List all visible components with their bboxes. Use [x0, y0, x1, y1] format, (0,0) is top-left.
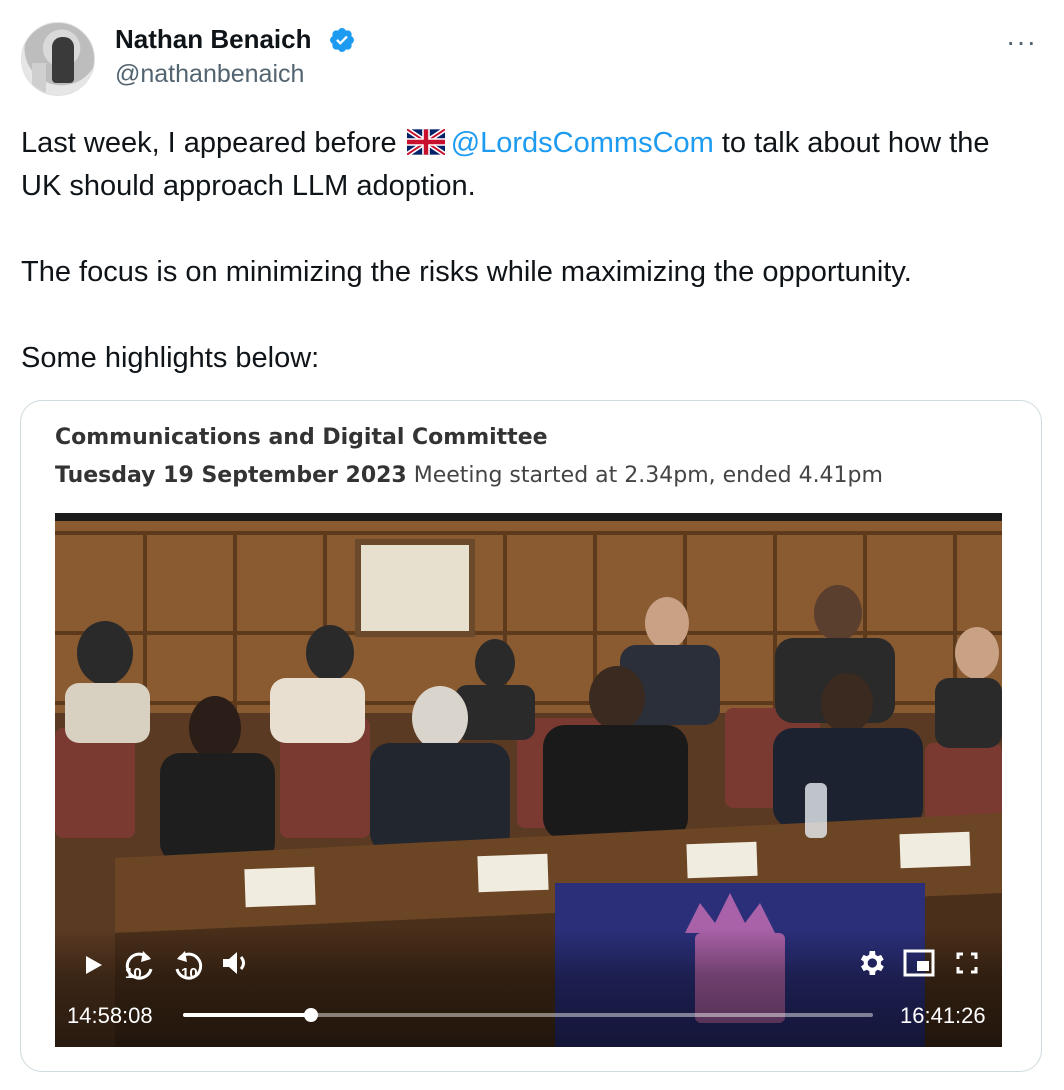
rewind-10-icon[interactable]: 10	[119, 947, 159, 987]
tweet-text-segment: Last week, I appeared before	[21, 127, 397, 159]
picture-in-picture-icon[interactable]	[903, 949, 935, 977]
volume-icon[interactable]	[219, 947, 251, 979]
rewind-10-label: 10	[125, 965, 142, 982]
forward-10-label: 10	[181, 965, 198, 982]
author-name[interactable]: Nathan Benaich	[115, 24, 312, 55]
seek-handle[interactable]	[303, 1008, 318, 1022]
video-player[interactable]: 10 10 14:58:08 16:41:26	[55, 513, 1002, 1047]
video-controls: 10 10 14:58:08 16:41:26	[55, 929, 1002, 1047]
meeting-date: Tuesday 19 September 2023	[55, 463, 407, 488]
author-avatar[interactable]	[21, 22, 95, 96]
tweet-paragraph-2: The focus is on minimizing the risks whi…	[21, 256, 912, 288]
tweet-paragraph-1: Last week, I appeared before @LordsComms…	[21, 122, 1031, 208]
media-card[interactable]: Communications and Digital Committee Tue…	[20, 400, 1042, 1072]
tweet-paragraph-3: Some highlights below:	[21, 342, 320, 374]
verified-badge-icon	[330, 28, 354, 52]
committee-title: Communications and Digital Committee	[55, 425, 548, 450]
forward-10-icon[interactable]: 10	[169, 947, 209, 987]
current-time: 14:58:08	[67, 1003, 153, 1028]
tweet-text: Last week, I appeared before @LordsComms…	[21, 122, 1031, 380]
settings-gear-icon[interactable]	[855, 947, 887, 979]
author-handle[interactable]: @nathanbenaich	[115, 60, 304, 89]
seek-progress	[183, 1013, 311, 1017]
meeting-info: Tuesday 19 September 2023 Meeting starte…	[55, 463, 883, 488]
play-icon[interactable]	[81, 953, 105, 977]
seek-bar[interactable]	[183, 1008, 873, 1022]
end-time: 16:41:26	[900, 1003, 986, 1028]
more-icon[interactable]: ···	[1006, 26, 1037, 58]
meeting-times: Meeting started at 2.34pm, ended 4.41pm	[406, 463, 883, 488]
uk-flag-icon	[406, 129, 445, 155]
fullscreen-icon[interactable]	[955, 951, 979, 975]
mention-link[interactable]: @LordsCommsCom	[451, 127, 714, 159]
